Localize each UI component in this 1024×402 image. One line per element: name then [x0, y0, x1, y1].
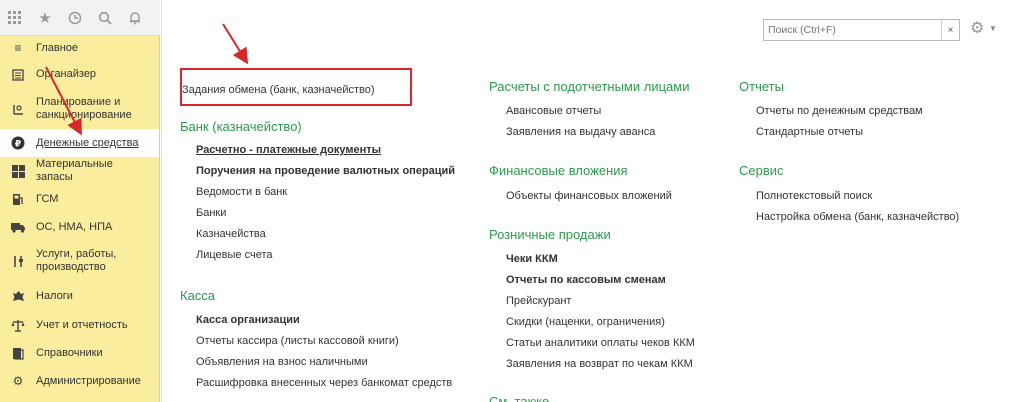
apps-grid-icon[interactable] [0, 0, 30, 36]
bank-link[interactable]: Поручения на проведение валютных операци… [196, 161, 486, 182]
chevron-down-icon[interactable]: ▼ [989, 24, 997, 33]
section-title-bank: Банк (казначейство) [180, 119, 302, 134]
svg-text:₽: ₽ [15, 140, 21, 150]
sidebar-item-fuel[interactable]: ГСМ [0, 185, 159, 213]
emblem-icon [10, 288, 26, 304]
retail-link[interactable]: Чеки ККМ [506, 249, 746, 270]
section-cash: Касса [180, 288, 470, 304]
sidebar-item-label: Учет и отчетность [36, 318, 128, 331]
cash-link[interactable]: Отчеты кассира (листы кассовой книги) [196, 331, 486, 352]
bank-link[interactable]: Банки [196, 203, 486, 224]
section-see-also: См. также [489, 394, 729, 402]
section-reports: Отчеты [739, 79, 1019, 95]
sidebar-item-label: Планирование и санкционирование [36, 96, 132, 121]
retail-link[interactable]: Статьи аналитики оплаты чеков ККМ [506, 333, 746, 354]
tools-icon [10, 253, 26, 269]
financial-link[interactable]: Объекты финансовых вложений [506, 186, 746, 207]
retail-link[interactable]: Отчеты по кассовым сменам [506, 270, 746, 291]
settings-gear-icon[interactable]: ⚙ [970, 20, 988, 38]
sidebar-item-accounting[interactable]: Учет и отчетность [0, 311, 159, 339]
accountable-link[interactable]: Авансовые отчеты [506, 101, 746, 122]
sidebar-item-label: ОС, НМА, НПА [36, 220, 113, 233]
star-icon[interactable]: ★ [30, 0, 60, 36]
section-title-reports: Отчеты [739, 79, 784, 94]
sidebar-item-references[interactable]: Справочники [0, 339, 159, 367]
sidebar-item-label: Налоги [36, 289, 73, 302]
retail-link[interactable]: Заявления на возврат по чекам ККМ [506, 354, 746, 375]
bank-links: Расчетно - платежные документы Поручения… [196, 140, 486, 266]
retail-link[interactable]: Скидки (наценки, ограничения) [506, 312, 746, 333]
search-icon[interactable] [90, 0, 120, 36]
bank-link[interactable]: Казначейства [196, 224, 486, 245]
top-toolbar: ★ [0, 0, 160, 36]
stock-icon [10, 163, 26, 179]
section-accountable: Расчеты с подотчетными лицами [489, 79, 729, 95]
sidebar-item-fixed-assets[interactable]: ОС, НМА, НПА [0, 213, 159, 241]
accountable-link[interactable]: Заявления на выдачу аванса [506, 122, 746, 143]
main-panel: × ⚙ ▼ Задания обмена (банк, казначейство… [161, 0, 1024, 402]
bank-link[interactable]: Лицевые счета [196, 245, 486, 266]
section-bank: Банк (казначейство) [180, 119, 470, 135]
report-link[interactable]: Отчеты по денежным средствам [756, 101, 1016, 122]
sidebar-item-main[interactable]: ≡ Главное [0, 37, 159, 59]
reports-links: Отчеты по денежным средствам Стандартные… [756, 101, 1016, 143]
scales-icon [10, 317, 26, 333]
cash-links: Касса организации Отчеты кассира (листы … [196, 310, 486, 394]
sidebar-item-services[interactable]: Услуги, работы, производство [0, 241, 159, 281]
bell-icon[interactable] [120, 0, 150, 36]
section-service: Сервис [739, 163, 1019, 179]
sidebar-item-label: Материальные запасы [36, 158, 113, 183]
sidebar-item-money[interactable]: ₽ Денежные средства [0, 129, 159, 157]
ruble-icon: ₽ [10, 135, 26, 151]
sidebar-item-stock[interactable]: Материальные запасы [0, 157, 159, 185]
accountable-links: Авансовые отчеты Заявления на выдачу ава… [506, 101, 746, 143]
section-title-financial: Финансовые вложения [489, 163, 628, 178]
sidebar-item-organizer[interactable]: Органайзер [0, 59, 159, 89]
sidebar-item-planning[interactable]: Планирование и санкционирование [0, 89, 159, 129]
organizer-icon [10, 66, 26, 82]
section-financial: Финансовые вложения [489, 163, 729, 179]
retail-link[interactable]: Прейскурант [506, 291, 746, 312]
section-title-cash: Касса [180, 288, 216, 303]
search-input[interactable] [764, 20, 941, 40]
service-links: Полнотекстовый поиск Настройка обмена (б… [756, 186, 1016, 228]
sidebar-item-label: Органайзер [36, 67, 97, 80]
sidebar-item-label: Администрирование [36, 374, 141, 387]
section-title-service: Сервис [739, 163, 784, 178]
sidebar-item-label: Главное [36, 41, 79, 54]
section-title-accountable: Расчеты с подотчетными лицами [489, 79, 690, 94]
sidebar-item-label: Справочники [36, 346, 103, 359]
section-retail: Розничные продажи [489, 227, 729, 243]
history-icon[interactable] [60, 0, 90, 36]
service-link[interactable]: Настройка обмена (банк, казначейство) [756, 207, 1016, 228]
clear-search-button[interactable]: × [941, 20, 959, 40]
service-link[interactable]: Полнотекстовый поиск [756, 186, 1016, 207]
cash-link[interactable]: Касса организации [196, 310, 486, 331]
bank-link[interactable]: Ведомости в банк [196, 182, 486, 203]
sidebar-item-admin[interactable]: ⚙ Администрирование [0, 367, 159, 395]
annotation-highlight-box [180, 68, 412, 106]
retail-links: Чеки ККМ Отчеты по кассовым сменам Прейс… [506, 249, 746, 375]
bank-link[interactable]: Расчетно - платежные документы [196, 140, 486, 161]
sidebar-item-label: Услуги, работы, производство [36, 248, 117, 273]
cash-link[interactable]: Расшифровка внесенных через банкомат сре… [196, 373, 486, 394]
gear-icon: ⚙ [12, 374, 24, 388]
financial-links: Объекты финансовых вложений [506, 186, 746, 207]
books-icon [10, 345, 26, 361]
sidebar-item-taxes[interactable]: Налоги [0, 281, 159, 311]
sidebar-item-label: Денежные средства [36, 136, 139, 149]
planning-icon [10, 101, 26, 117]
section-title-see-also: См. также [489, 394, 550, 402]
search-box: × [763, 19, 960, 41]
sidebar-item-label: ГСМ [36, 192, 59, 205]
fuel-icon [10, 191, 26, 207]
truck-icon [10, 219, 26, 235]
section-title-retail: Розничные продажи [489, 227, 611, 242]
menu-icon: ≡ [14, 41, 22, 55]
cash-link[interactable]: Объявления на взнос наличными [196, 352, 486, 373]
report-link[interactable]: Стандартные отчеты [756, 122, 1016, 143]
sidebar: ≡ Главное Органайзер Планирование и санк… [0, 36, 160, 402]
